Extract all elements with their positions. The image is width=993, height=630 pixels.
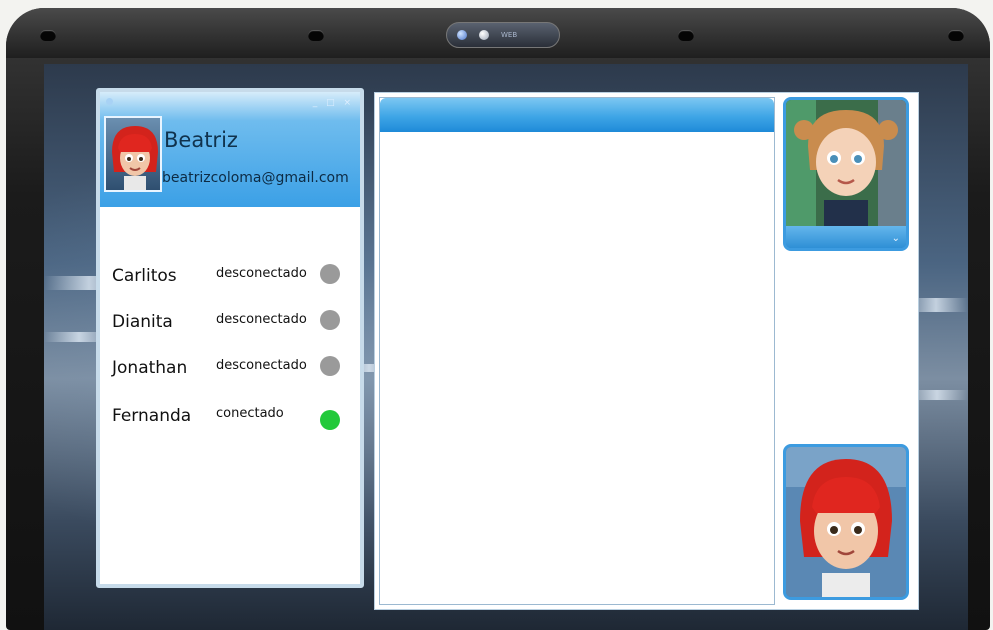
- video-controls-strip: ⌄: [786, 226, 906, 248]
- bezel-screw: [40, 30, 56, 41]
- webcam-bar: WEB: [446, 22, 560, 48]
- webcam-light-icon: [479, 30, 489, 40]
- online-status-icon: [320, 410, 340, 430]
- remote-user-avatar-icon: [786, 100, 906, 230]
- chat-message-area[interactable]: [379, 97, 775, 605]
- self-video-avatar-icon: [786, 447, 906, 597]
- self-video[interactable]: [783, 444, 909, 600]
- contact-status: desconectado: [216, 266, 307, 281]
- contact-name: Dianita: [112, 312, 173, 332]
- contact-status: desconectado: [216, 312, 307, 327]
- contact-status: desconectado: [216, 358, 307, 373]
- bezel-screw: [948, 30, 964, 41]
- webcam-lens-icon: [457, 30, 467, 40]
- webcam-label: WEB: [501, 31, 518, 39]
- user-name: Beatriz: [164, 128, 238, 152]
- bezel-screw: [308, 30, 324, 41]
- laptop-bezel: WEB _ □ × Beatriz beatrizcoloma@gmail.co…: [6, 8, 990, 630]
- offline-status-icon: [320, 310, 340, 330]
- contact-status: conectado: [216, 406, 284, 421]
- bezel-screw: [678, 30, 694, 41]
- contact-name: Fernanda: [112, 406, 192, 426]
- contact-name: Jonathan: [112, 358, 188, 378]
- profile-header: _ □ × Beatriz beatrizcoloma@gmail.com: [100, 92, 360, 207]
- window-controls[interactable]: _ □ ×: [313, 98, 354, 108]
- contact-item-fernanda[interactable]: Fernanda conectado: [112, 402, 352, 432]
- contact-item-jonathan[interactable]: Jonathan desconectado: [112, 354, 352, 384]
- contact-item-carlitos[interactable]: Carlitos desconectado: [112, 262, 352, 292]
- offline-status-icon: [320, 356, 340, 376]
- offline-status-icon: [320, 264, 340, 284]
- chat-titlebar: [380, 98, 774, 132]
- cartoon-avatar-icon: [112, 126, 158, 190]
- remote-video[interactable]: ⌄: [783, 97, 909, 251]
- desktop-screen: _ □ × Beatriz beatrizcoloma@gmail.com Ca…: [44, 64, 968, 630]
- contact-item-dianita[interactable]: Dianita desconectado: [112, 308, 352, 338]
- app-icon: [106, 98, 113, 105]
- user-email: beatrizcoloma@gmail.com: [162, 170, 349, 186]
- chevron-down-icon[interactable]: ⌄: [892, 233, 900, 244]
- contacts-window: _ □ × Beatriz beatrizcoloma@gmail.com Ca…: [96, 88, 364, 588]
- avatar[interactable]: [104, 116, 162, 192]
- contact-name: Carlitos: [112, 266, 177, 286]
